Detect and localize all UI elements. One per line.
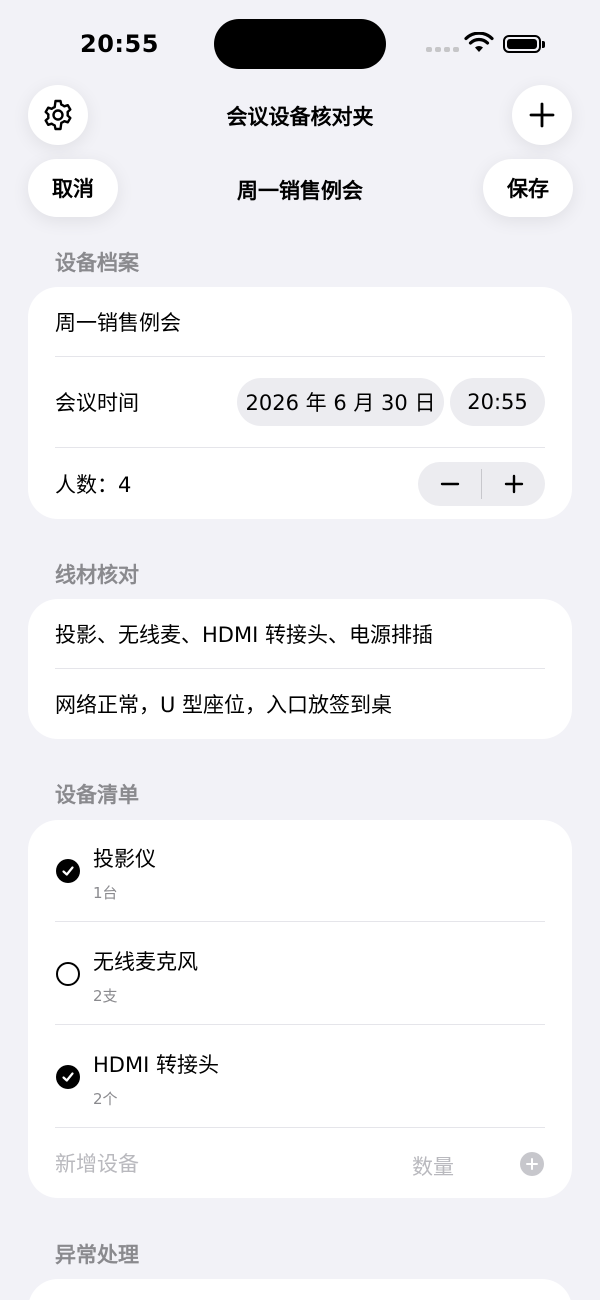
equipment-qty: 1台 <box>93 884 118 902</box>
profile-card: 周一销售例会 会议时间 2026 年 6 月 30 日 20:55 人数：4 <box>28 287 572 519</box>
new-item-input[interactable]: 新增设备 <box>55 1128 545 1198</box>
plus-circle-icon[interactable] <box>520 1152 544 1176</box>
attendee-count-text: 人数：4 <box>55 472 132 497</box>
equipment-name: HDMI 转接头 <box>93 1053 219 1077</box>
date-picker[interactable]: 2026 年 6 月 30 日 <box>237 378 444 426</box>
add-button[interactable] <box>512 85 572 145</box>
cellular-signal-icon <box>426 47 459 52</box>
quantity-input[interactable]: 数量 <box>412 1151 454 1181</box>
section-header-cables: 线材核对 <box>55 563 139 587</box>
app-title: 会议设备核对夹 <box>226 105 374 129</box>
screen: 20:55 会议设备核对夹 取消 周一销售例会 保存 设备档案 周一销售例会 会… <box>0 0 600 1300</box>
decrement-button[interactable] <box>418 462 481 506</box>
meeting-name-field[interactable]: 周一销售例会 <box>55 287 545 357</box>
time-picker[interactable]: 20:55 <box>450 378 545 426</box>
wifi-icon <box>464 32 494 52</box>
setup-note-field[interactable]: 网络正常，U 型座位，入口放签到桌 <box>55 669 545 739</box>
battery-icon <box>503 35 545 53</box>
attendee-stepper[interactable] <box>418 462 545 506</box>
equipment-item[interactable]: 投影仪 1台 <box>28 820 572 922</box>
plus-icon <box>529 102 555 128</box>
save-button[interactable]: 保存 <box>483 159 573 217</box>
section-header-profile: 设备档案 <box>55 251 139 275</box>
status-time: 20:55 <box>80 30 159 58</box>
equipment-item[interactable]: HDMI 转接头 2个 <box>28 1025 572 1128</box>
meeting-time-label-text: 会议时间 <box>55 391 139 415</box>
plus-icon <box>504 474 523 494</box>
equipment-qty: 2个 <box>93 1090 118 1108</box>
cables-card: 投影、无线麦、HDMI 转接头、电源排插 网络正常，U 型座位，入口放签到桌 <box>28 599 572 739</box>
equipment-qty: 2支 <box>93 987 118 1005</box>
equipment-card: 投影仪 1台 无线麦克风 2支 HDMI 转接头 2个 新增设备 数量 <box>28 820 572 1198</box>
checked-icon[interactable] <box>56 859 80 883</box>
exceptions-card <box>28 1279 572 1300</box>
unchecked-icon[interactable] <box>56 962 80 986</box>
section-header-equipment: 设备清单 <box>55 783 139 807</box>
increment-button[interactable] <box>482 462 545 506</box>
cable-note-field[interactable]: 投影、无线麦、HDMI 转接头、电源排插 <box>55 599 545 669</box>
equipment-name: 投影仪 <box>93 847 156 871</box>
equipment-item[interactable]: 无线麦克风 2支 <box>28 922 572 1025</box>
checked-icon[interactable] <box>56 1065 80 1089</box>
section-header-exceptions: 异常处理 <box>55 1243 139 1267</box>
equipment-name: 无线麦克风 <box>93 950 198 974</box>
minus-icon <box>440 482 459 486</box>
dynamic-island <box>214 19 386 69</box>
